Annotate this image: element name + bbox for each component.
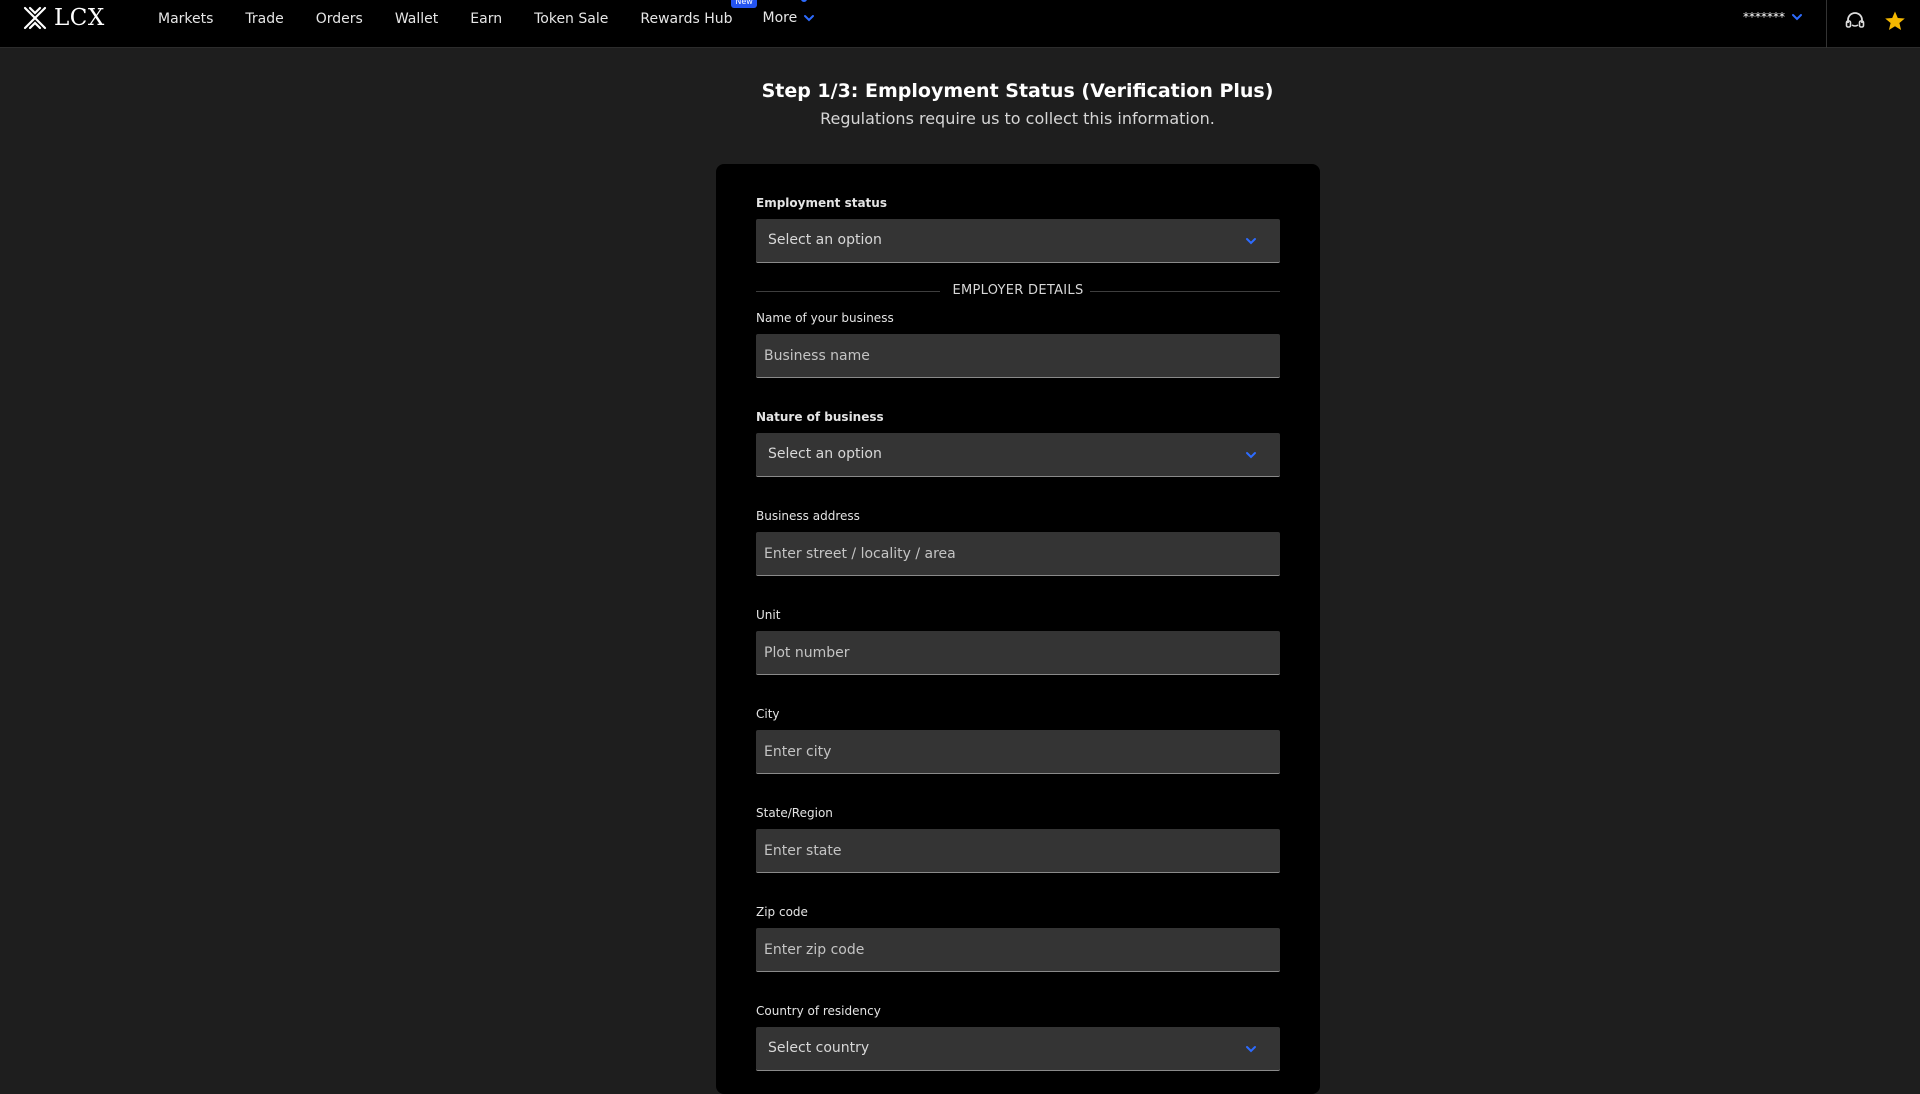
nav-wallet[interactable]: Wallet: [395, 11, 438, 27]
chevron-down-icon: [1246, 1046, 1256, 1053]
city-label: City: [756, 707, 780, 721]
business-address-input[interactable]: [756, 532, 1280, 575]
business-name-label: Name of your business: [756, 311, 894, 325]
user-account-menu[interactable]: *******: [1743, 10, 1803, 24]
nav-markets[interactable]: Markets: [158, 11, 213, 27]
page-title: Step 1/3: Employment Status (Verificatio…: [761, 80, 1274, 102]
nav-rewards-hub[interactable]: Rewards Hub New: [640, 0, 757, 27]
star-icon[interactable]: [1884, 10, 1906, 32]
nav-earn[interactable]: Earn: [470, 11, 502, 27]
main-nav: Markets Trade Orders Wallet Earn Token S…: [158, 0, 847, 38]
employment-status-select[interactable]: Select an option: [756, 219, 1280, 263]
chevron-down-icon: [1792, 14, 1802, 21]
unit-label: Unit: [756, 608, 781, 622]
business-name-input[interactable]: [756, 334, 1280, 377]
logo-text: LCX: [54, 5, 105, 31]
nature-of-business-select[interactable]: Select an option: [756, 433, 1280, 477]
zip-code-label: Zip code: [756, 905, 808, 919]
city-field-box: [756, 730, 1280, 774]
nav-rewards-hub-label: Rewards Hub: [640, 11, 733, 27]
nav-trade[interactable]: Trade: [245, 11, 283, 27]
nav-more[interactable]: More: [762, 0, 816, 26]
chevron-down-icon: [1246, 452, 1256, 459]
country-select-value: Select country: [768, 1040, 870, 1056]
business-name-field-box: [756, 334, 1280, 378]
employer-details-divider: EMPLOYER DETAILS: [756, 282, 1280, 302]
state-region-label: State/Region: [756, 806, 833, 820]
masked-username: *******: [1743, 10, 1785, 24]
nav-token-sale[interactable]: Token Sale: [534, 11, 608, 27]
employment-form-card: Employment status Select an option EMPLO…: [716, 164, 1320, 1094]
chevron-down-icon: [1246, 238, 1256, 245]
chevron-down-icon: [804, 15, 815, 22]
lcx-logo[interactable]: LCX: [22, 4, 105, 32]
new-badge: New: [731, 0, 757, 8]
country-of-residency-label: Country of residency: [756, 1004, 881, 1018]
zip-code-field-box: [756, 928, 1280, 972]
x-logo-icon: [23, 6, 47, 30]
city-input[interactable]: [756, 730, 1280, 773]
nav-more-label: More: [762, 10, 798, 26]
unit-input[interactable]: [756, 631, 1280, 674]
business-address-label: Business address: [756, 509, 860, 523]
notification-dot: [800, 0, 807, 2]
state-field-box: [756, 829, 1280, 873]
business-address-field-box: [756, 532, 1280, 576]
state-input[interactable]: [756, 829, 1280, 872]
employment-status-value: Select an option: [768, 232, 882, 248]
employment-status-label: Employment status: [756, 196, 887, 210]
top-navigation-bar: LCX Markets Trade Orders Wallet Earn Tok…: [0, 0, 1920, 48]
headset-support-icon[interactable]: [1844, 10, 1866, 32]
unit-field-box: [756, 631, 1280, 675]
nav-orders[interactable]: Orders: [316, 11, 363, 27]
zip-code-input[interactable]: [756, 928, 1280, 971]
page-subtitle: Regulations require us to collect this i…: [820, 109, 1215, 128]
divider-line-right: [1090, 291, 1280, 292]
nature-of-business-label: Nature of business: [756, 410, 884, 424]
country-select[interactable]: Select country: [756, 1027, 1280, 1071]
header-divider: [1826, 0, 1827, 48]
nature-of-business-value: Select an option: [768, 446, 882, 462]
